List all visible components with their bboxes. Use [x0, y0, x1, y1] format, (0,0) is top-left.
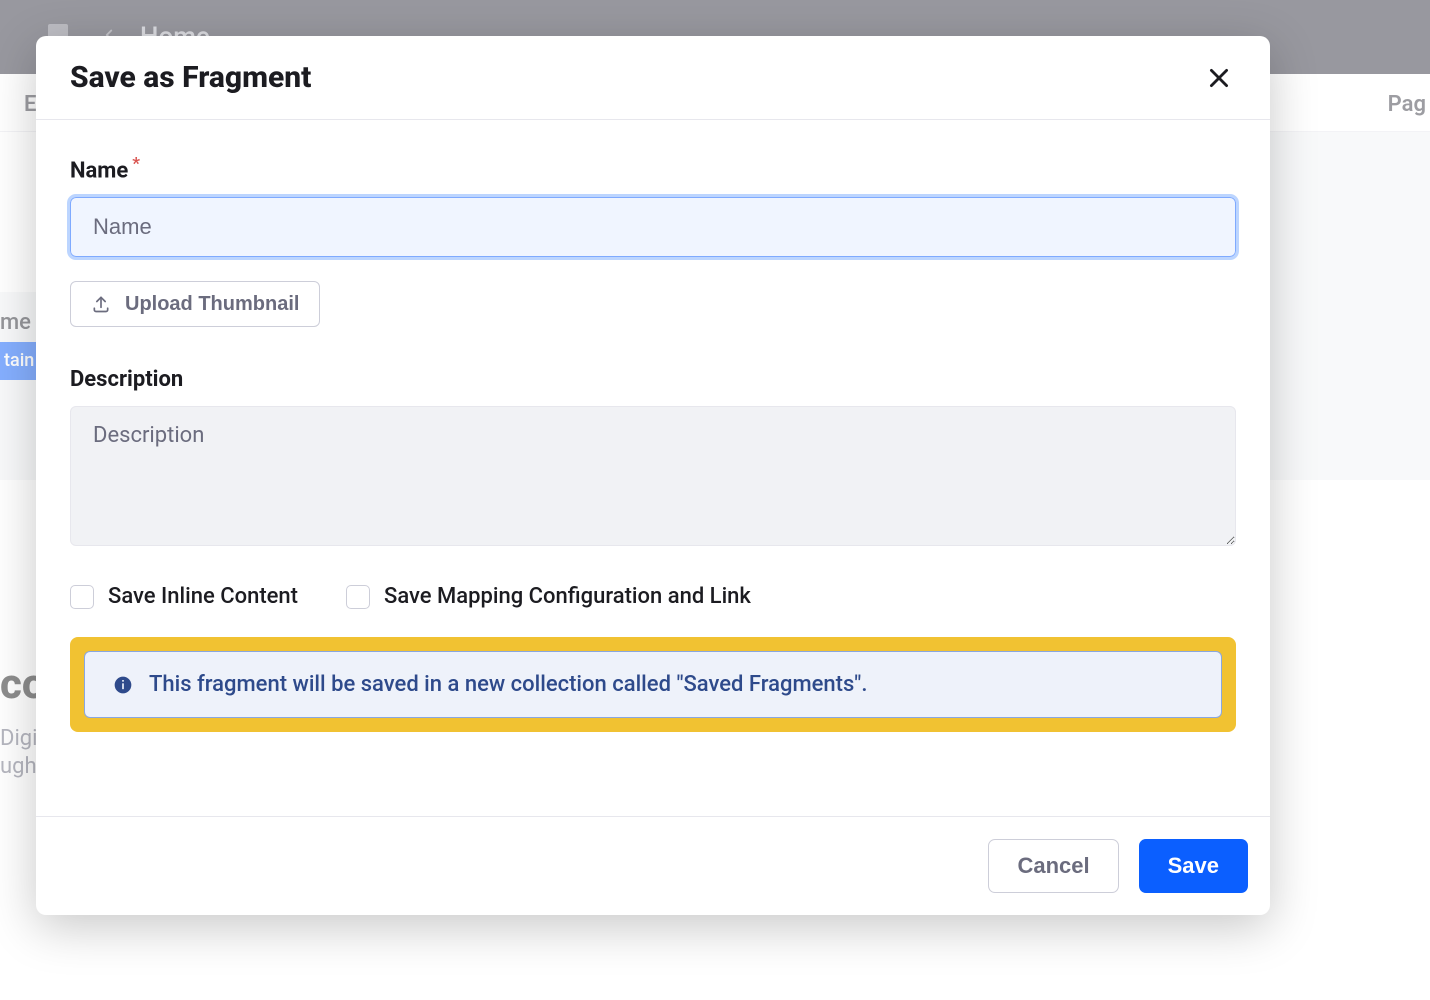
checkbox-save-inline-label: Save Inline Content — [108, 584, 298, 609]
save-button[interactable]: Save — [1139, 839, 1248, 893]
save-fragment-modal: Save as Fragment Name* Upload Thumbnail … — [36, 36, 1270, 915]
info-highlight: This fragment will be saved in a new col… — [70, 637, 1236, 732]
close-button[interactable] — [1202, 61, 1236, 95]
upload-thumbnail-label: Upload Thumbnail — [125, 293, 299, 316]
name-label: Name* — [70, 154, 1236, 183]
info-text: This fragment will be saved in a new col… — [149, 672, 867, 697]
checkbox-box — [70, 585, 94, 609]
upload-icon — [91, 294, 111, 314]
checkbox-save-mapping[interactable]: Save Mapping Configuration and Link — [346, 584, 751, 609]
modal-body: Name* Upload Thumbnail Description Save … — [36, 120, 1270, 756]
upload-thumbnail-button[interactable]: Upload Thumbnail — [70, 281, 320, 327]
description-textarea[interactable] — [70, 406, 1236, 546]
name-input[interactable] — [70, 197, 1236, 257]
description-label: Description — [70, 367, 1236, 392]
checkbox-save-inline[interactable]: Save Inline Content — [70, 584, 298, 609]
info-icon — [113, 675, 133, 695]
modal-footer: Cancel Save — [36, 816, 1270, 915]
checkbox-row: Save Inline Content Save Mapping Configu… — [70, 584, 1236, 609]
checkbox-save-mapping-label: Save Mapping Configuration and Link — [384, 584, 751, 609]
name-label-text: Name — [70, 158, 128, 183]
cancel-button[interactable]: Cancel — [988, 839, 1118, 893]
info-alert: This fragment will be saved in a new col… — [84, 651, 1222, 718]
close-icon — [1206, 65, 1232, 91]
required-indicator: * — [132, 154, 140, 174]
modal-header: Save as Fragment — [36, 36, 1270, 120]
checkbox-box — [346, 585, 370, 609]
modal-title: Save as Fragment — [70, 60, 311, 95]
